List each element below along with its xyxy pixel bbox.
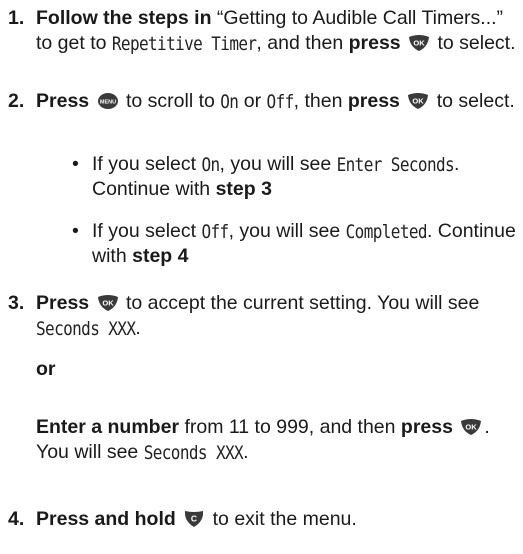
ok-button-icon: OK	[408, 34, 430, 52]
bullet-item: • If you select On, you will see Enter S…	[72, 152, 519, 202]
step-text: from 11 to 999, and then	[179, 416, 401, 438]
svg-text:C: C	[191, 514, 197, 524]
step-text: to accept the current setting. You will …	[120, 292, 480, 314]
svg-text:OK: OK	[102, 299, 114, 308]
step-action: press	[347, 90, 400, 112]
bullet-text: , you will see	[228, 220, 346, 242]
step-3-alternative: Enter a number from 11 to 999, and then …	[36, 415, 517, 465]
display-text: Off	[266, 90, 295, 113]
step-number: 4.	[8, 508, 25, 530]
step-lead: Press	[36, 292, 90, 314]
step-1: 1. Follow the steps in “Getting to Audib…	[0, 6, 517, 56]
display-text: Off	[201, 220, 229, 243]
step-text: to scroll to	[120, 90, 221, 112]
step-text: .	[135, 317, 141, 339]
step-text: or	[238, 90, 267, 112]
instruction-page: 1. Follow the steps in “Getting to Audib…	[0, 0, 523, 554]
step-number: 3.	[8, 292, 25, 314]
step-lead: Press and hold	[36, 508, 176, 530]
step-text: , and then	[256, 32, 349, 54]
display-text: Seconds XXX	[36, 317, 136, 340]
clear-button-icon: C	[183, 510, 205, 528]
or-text: or	[36, 358, 56, 380]
ok-button-icon: OK	[97, 294, 119, 312]
step-text: to select.	[431, 90, 515, 112]
step-reference: step 3	[215, 178, 272, 200]
bullet-dot-icon: •	[72, 220, 79, 242]
menu-button-icon: MENU	[97, 92, 119, 110]
svg-text:OK: OK	[413, 39, 425, 48]
step-lead: Enter a number	[36, 416, 180, 438]
display-text: On	[201, 153, 220, 176]
display-text: Seconds XXX	[143, 441, 244, 464]
step-number: 2.	[8, 90, 25, 112]
display-text: Completed	[345, 220, 428, 243]
display-text: On	[220, 90, 239, 113]
svg-text:OK: OK	[466, 423, 478, 432]
ok-button-icon: OK	[460, 418, 482, 436]
step-3: 3. Press OK to accept the current settin…	[0, 291, 517, 341]
step-text: , then	[293, 90, 348, 112]
step-number: 1.	[8, 7, 25, 29]
step-2: 2. Press MENU to scroll to On or Off, th…	[0, 89, 517, 114]
step-lead: Follow the steps in	[36, 7, 212, 29]
bullet-text: , you will see	[219, 153, 337, 175]
step-text: to exit the menu.	[207, 508, 357, 530]
step-lead: Press	[36, 90, 90, 112]
display-text: Enter Seconds	[336, 153, 455, 176]
svg-text:MENU: MENU	[99, 100, 115, 106]
step-action: press	[348, 32, 401, 54]
step-reference: step 4	[132, 245, 189, 267]
bullet-text: If you select	[92, 220, 202, 242]
step-4: 4. Press and hold C to exit the menu.	[0, 507, 517, 532]
ok-button-icon: OK	[407, 92, 429, 110]
svg-text:OK: OK	[413, 97, 425, 106]
bullet-text: If you select	[92, 153, 202, 175]
bullet-dot-icon: •	[72, 153, 79, 175]
step-action: press	[400, 416, 453, 438]
step-text: .	[243, 441, 249, 463]
or-label: or	[36, 357, 517, 382]
display-text: Repetitive Timer	[111, 32, 257, 55]
bullet-item: • If you select Off, you will see Comple…	[72, 219, 519, 269]
step-text: to select.	[432, 32, 516, 54]
